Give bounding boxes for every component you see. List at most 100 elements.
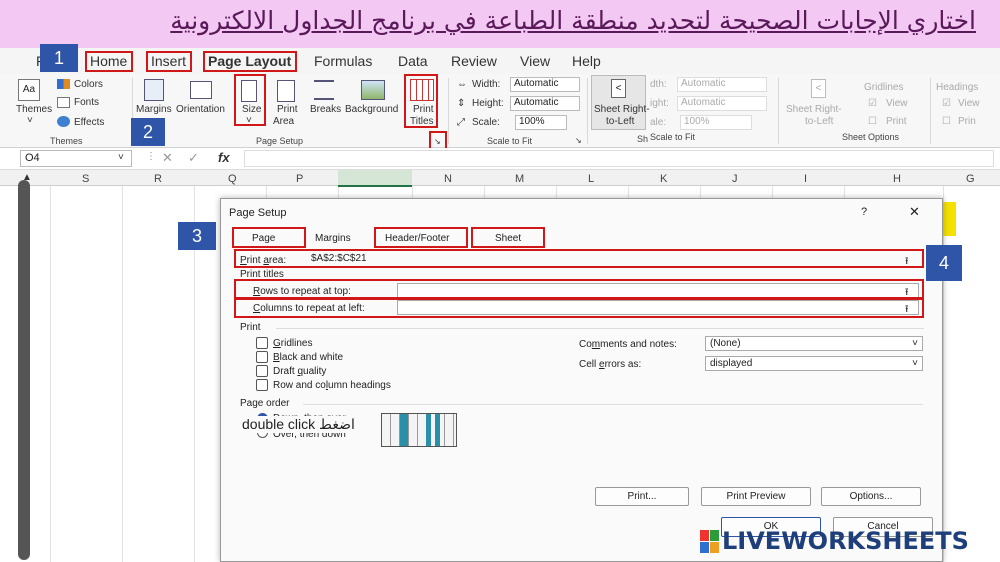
headings-view[interactable]: View	[958, 98, 980, 109]
column-header-i[interactable]: I	[804, 173, 807, 185]
chevron-down-icon: ˅	[912, 338, 918, 349]
marker-4: 4	[926, 245, 962, 281]
width-value: Automatic	[514, 78, 559, 89]
highlight-print-area	[234, 249, 924, 268]
print-area-line2[interactable]: Area	[273, 116, 294, 127]
ribbon-separator	[587, 78, 588, 144]
scrollbar[interactable]	[18, 180, 30, 560]
effects-button[interactable]: Effects	[74, 117, 104, 128]
options-label: Options...	[849, 491, 893, 502]
fonts-button[interactable]: Fonts	[74, 97, 99, 108]
breaks-button[interactable]: Breaks	[310, 104, 341, 115]
gridlines-view[interactable]: View	[886, 98, 908, 109]
options-button[interactable]: Options...	[821, 487, 921, 506]
dialog-title: Page Setup	[229, 207, 287, 219]
section-divider	[276, 328, 924, 329]
dialog-launcher-icon[interactable]: ↘	[575, 136, 582, 145]
gridlines-print[interactable]: Print	[886, 116, 907, 127]
column-header-q[interactable]: Q	[228, 173, 237, 185]
headings-print[interactable]: Prin	[958, 116, 976, 127]
breaks-icon[interactable]	[314, 80, 334, 100]
column-header-s[interactable]: S	[82, 173, 89, 185]
comments-select[interactable]: (None) ˅	[705, 336, 923, 351]
cancel-icon[interactable]: ✕	[162, 150, 173, 166]
gridlines-option: Gridlines	[273, 338, 313, 349]
fx-icon[interactable]: fx	[218, 150, 230, 165]
checkbox-icon[interactable]: ☑	[868, 98, 877, 109]
name-box[interactable]: O4	[20, 150, 132, 167]
themes-button[interactable]: Themes	[16, 104, 52, 115]
column-header-k[interactable]: K	[660, 173, 667, 185]
draft-checkbox[interactable]	[256, 365, 268, 377]
print-button[interactable]: Print...	[595, 487, 689, 506]
column-header-g[interactable]: G	[966, 173, 975, 185]
print-area-line1[interactable]: Print	[277, 104, 298, 115]
group-sheet-options-label: Sheet Options	[842, 132, 900, 142]
formula-input[interactable]	[244, 150, 994, 167]
margins-icon[interactable]	[144, 79, 164, 101]
enter-icon[interactable]: ✓	[188, 150, 199, 166]
group-scale-label: Scale to Fit	[487, 136, 533, 146]
faded-height-dropdown: Automatic	[677, 96, 767, 111]
colors-button[interactable]: Colors	[74, 79, 103, 90]
height-label: Height:	[472, 98, 504, 109]
headings-label: Headings	[936, 82, 979, 93]
chevron-down-icon[interactable]: ˅	[118, 152, 124, 163]
column-header-j[interactable]: J	[732, 173, 738, 185]
chevron-down-icon: ˅	[27, 115, 33, 126]
faded-scale-value: 100%	[684, 116, 710, 127]
height-value: Automatic	[514, 97, 559, 108]
column-header-h[interactable]: H	[893, 173, 901, 185]
checkbox-icon[interactable]: ☐	[942, 116, 951, 127]
scale-spinner[interactable]: 100%	[515, 115, 567, 130]
column-header-m[interactable]: M	[515, 173, 524, 185]
width-icon: ⇔	[457, 79, 467, 90]
faded-group-label: Scale to Fit	[650, 132, 696, 142]
tab-review[interactable]: Review	[451, 53, 497, 69]
close-icon[interactable]: ✕	[909, 204, 920, 220]
tab-formulas[interactable]: Formulas	[314, 53, 372, 69]
margins-button[interactable]: Margins	[136, 104, 172, 115]
background-button[interactable]: Background	[345, 104, 398, 115]
tab-help[interactable]: Help	[572, 53, 601, 69]
fonts-icon	[57, 97, 70, 108]
faded-scale-label: ale:	[650, 117, 667, 128]
sheet-rtl-line2[interactable]: to-Left	[606, 116, 634, 127]
print-button-label: Print...	[627, 491, 657, 502]
row-col-headings-option: Row and column headings	[273, 380, 391, 391]
column-header-n[interactable]: N	[444, 173, 452, 185]
sheet-rtl-line1[interactable]: Sheet Right-	[594, 104, 650, 115]
section-divider	[303, 404, 923, 405]
themes-icon[interactable]: Aa	[18, 79, 40, 101]
print-preview-button[interactable]: Print Preview	[701, 487, 811, 506]
background-icon[interactable]	[361, 80, 385, 100]
help-icon[interactable]: ?	[861, 206, 867, 218]
faded-width-dropdown: Automatic	[677, 77, 767, 92]
colors-icon	[57, 79, 70, 89]
column-header-p[interactable]: P	[296, 173, 303, 185]
checkbox-icon[interactable]: ☐	[868, 116, 877, 127]
faded-height-label: ight:	[650, 98, 669, 109]
errors-select[interactable]: displayed ˅	[705, 356, 923, 371]
arrow-over-icon	[426, 414, 440, 446]
checkbox-icon[interactable]: ☑	[942, 98, 951, 109]
orientation-icon[interactable]	[190, 81, 212, 99]
gridlines-checkbox[interactable]	[256, 337, 268, 349]
marker-2: 2	[131, 118, 165, 146]
print-section-heading: Print	[240, 322, 261, 333]
tab-data[interactable]: Data	[398, 53, 428, 69]
column-header-r[interactable]: R	[154, 173, 162, 185]
headings-checkbox[interactable]	[256, 379, 268, 391]
column-header-l[interactable]: L	[588, 173, 594, 185]
height-dropdown[interactable]: Automatic	[510, 96, 580, 111]
width-dropdown[interactable]: Automatic	[510, 77, 580, 92]
print-area-icon[interactable]	[277, 80, 295, 102]
dialog-tab-margins[interactable]: Margins	[315, 233, 351, 244]
column-header-row	[0, 170, 1000, 186]
black-white-checkbox[interactable]	[256, 351, 268, 363]
tab-view[interactable]: View	[520, 53, 550, 69]
orientation-button[interactable]: Orientation	[176, 104, 225, 115]
faded-width-value: Automatic	[681, 78, 726, 89]
effects-icon	[57, 116, 70, 127]
faded-height-value: Automatic	[681, 97, 726, 108]
